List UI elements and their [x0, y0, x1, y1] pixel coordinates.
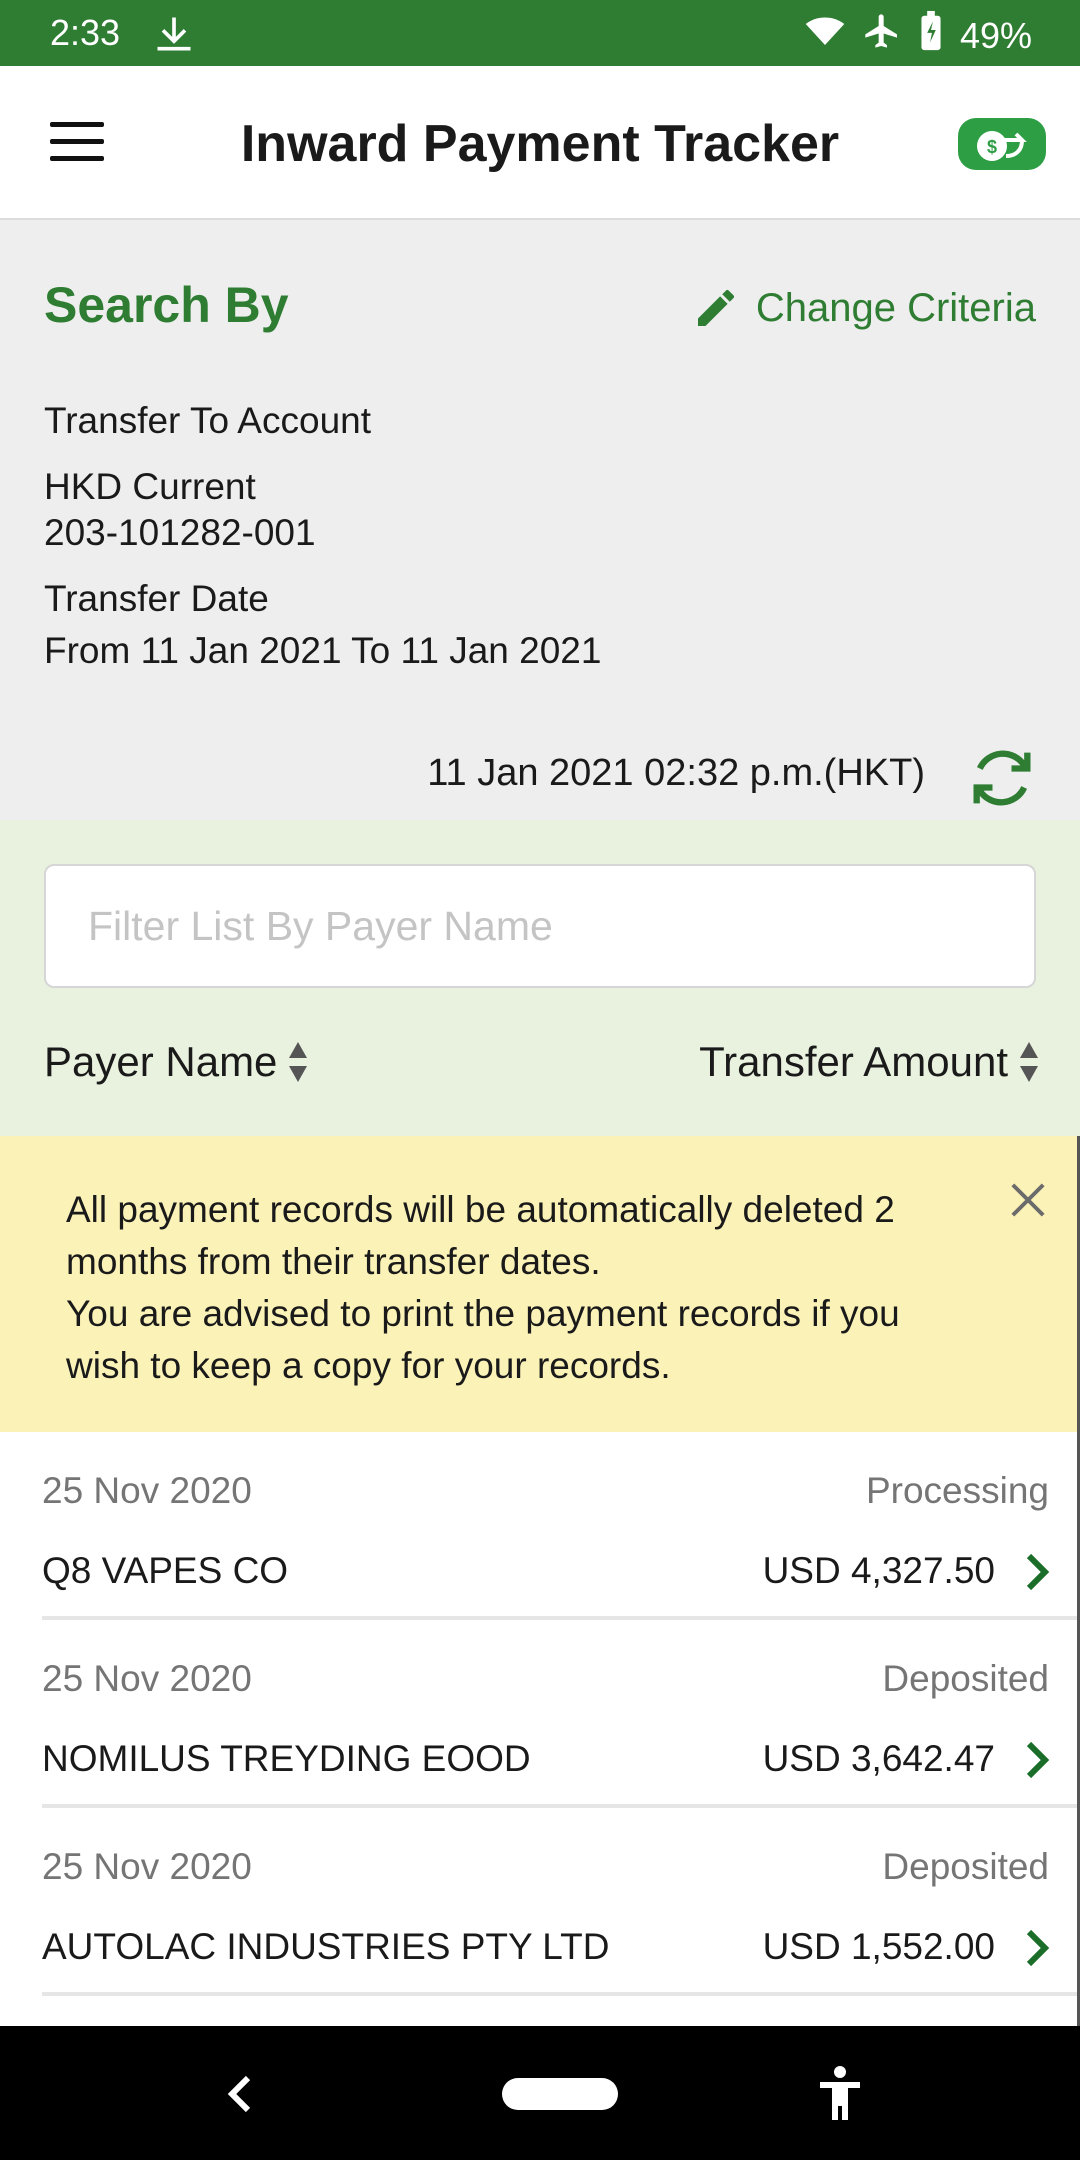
app-bar: Inward Payment Tracker $ [0, 66, 1080, 220]
record-amount: USD 1,552.00 [762, 1926, 995, 1967]
record-payer: Q8 VAPES CO [42, 1550, 289, 1591]
chevron-right-icon [1026, 1741, 1050, 1779]
chevron-right-icon [1026, 1929, 1050, 1967]
home-button[interactable] [502, 2078, 618, 2110]
table-row[interactable]: 25 Nov 2020 Deposited NOMILUS TREYDING E… [42, 1620, 1077, 1808]
record-status: Processing [865, 1470, 1049, 1511]
status-time: 2:33 [50, 12, 121, 53]
record-status: Deposited [882, 1658, 1049, 1699]
battery-percent: 49% [959, 14, 1032, 56]
search-criteria-panel: Search By Change Criteria Transfer To Ac… [0, 220, 1080, 820]
account-number: 203-101282-001 [44, 512, 316, 553]
sort-payer-label: Payer Name [44, 1038, 278, 1085]
battery-icon [918, 10, 944, 61]
system-nav-bar [0, 2026, 1080, 2160]
payer-filter-input[interactable] [44, 864, 1036, 988]
pencil-icon [697, 289, 734, 326]
back-icon[interactable] [224, 2072, 254, 2116]
sort-payer-name[interactable]: Payer Name [44, 1038, 309, 1086]
record-date: 25 Nov 2020 [42, 1846, 252, 1887]
record-status: Deposited [882, 1846, 1049, 1887]
payment-records-list: 25 Nov 2020 Processing Q8 VAPES CO USD 4… [0, 1432, 1077, 1996]
accessibility-icon[interactable] [816, 2064, 864, 2124]
chevron-right-icon [1026, 1553, 1050, 1591]
transfer-date-range: From 11 Jan 2021 To 11 Jan 2021 [44, 630, 602, 671]
close-icon[interactable] [1002, 1174, 1054, 1226]
sort-amount-label: Transfer Amount [699, 1038, 1008, 1085]
wifi-icon [804, 10, 846, 61]
record-amount: USD 4,327.50 [762, 1550, 995, 1591]
svg-text:$: $ [987, 137, 997, 157]
record-payer: AUTOLAC INDUSTRIES PTY LTD [42, 1926, 610, 1967]
airplane-icon [862, 11, 902, 60]
money-transfer-icon: $ [977, 131, 1027, 161]
filter-panel: Payer Name Transfer Amount [0, 820, 1080, 1136]
transfer-date-label: Transfer Date [44, 578, 269, 619]
change-criteria-button[interactable]: Change Criteria [692, 284, 1036, 332]
notice-line-1: All payment records will be automaticall… [66, 1189, 895, 1282]
record-payer: NOMILUS TREYDING EOOD [42, 1738, 531, 1779]
account-type: HKD Current [44, 466, 256, 507]
table-row[interactable]: 25 Nov 2020 Deposited AUTOLAC INDUSTRIES… [42, 1808, 1077, 1996]
notice-line-2: You are advised to print the payment rec… [66, 1293, 900, 1386]
sort-icon [1020, 1042, 1038, 1082]
status-bar: 2:33 49% [0, 0, 1080, 66]
last-updated-timestamp: 11 Jan 2021 02:32 p.m.(HKT) [427, 752, 925, 794]
auto-delete-notice: All payment records will be automaticall… [0, 1136, 1078, 1432]
money-transfer-button[interactable]: $ [958, 118, 1046, 170]
sort-icon [289, 1042, 308, 1082]
table-row[interactable]: 25 Nov 2020 Processing Q8 VAPES CO USD 4… [42, 1432, 1077, 1620]
refresh-icon[interactable] [964, 740, 1040, 816]
search-by-heading: Search By [44, 277, 289, 333]
notice-message: All payment records will be automaticall… [66, 1184, 966, 1392]
sort-transfer-amount[interactable]: Transfer Amount [699, 1038, 1040, 1086]
page-title: Inward Payment Tracker [240, 115, 840, 173]
download-icon [152, 12, 196, 61]
record-date: 25 Nov 2020 [42, 1658, 252, 1699]
account-label: Transfer To Account [44, 400, 372, 441]
change-criteria-label: Change Criteria [755, 285, 1036, 330]
record-date: 25 Nov 2020 [42, 1470, 252, 1511]
record-amount: USD 3,642.47 [762, 1738, 995, 1779]
